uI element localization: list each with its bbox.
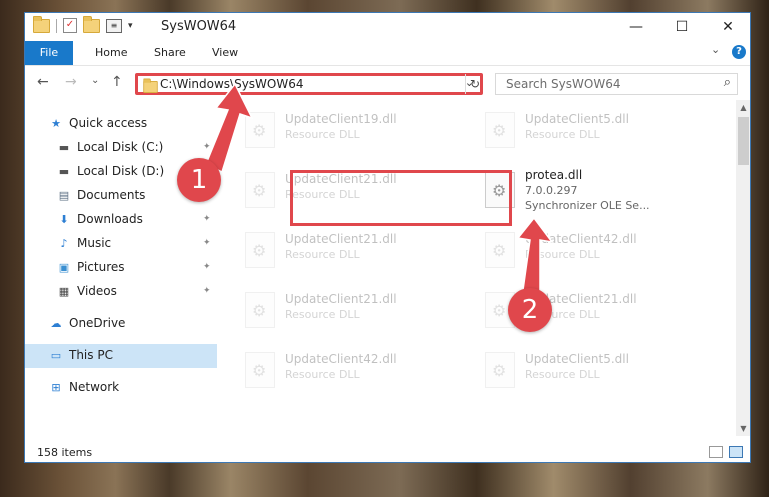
annotation-arrows (205, 82, 554, 298)
step-2-badge: 2 (508, 288, 552, 332)
arrow-to-address-bar (205, 82, 254, 174)
step-1-badge: 1 (177, 158, 221, 202)
arrow-to-protea-dll (516, 216, 554, 298)
